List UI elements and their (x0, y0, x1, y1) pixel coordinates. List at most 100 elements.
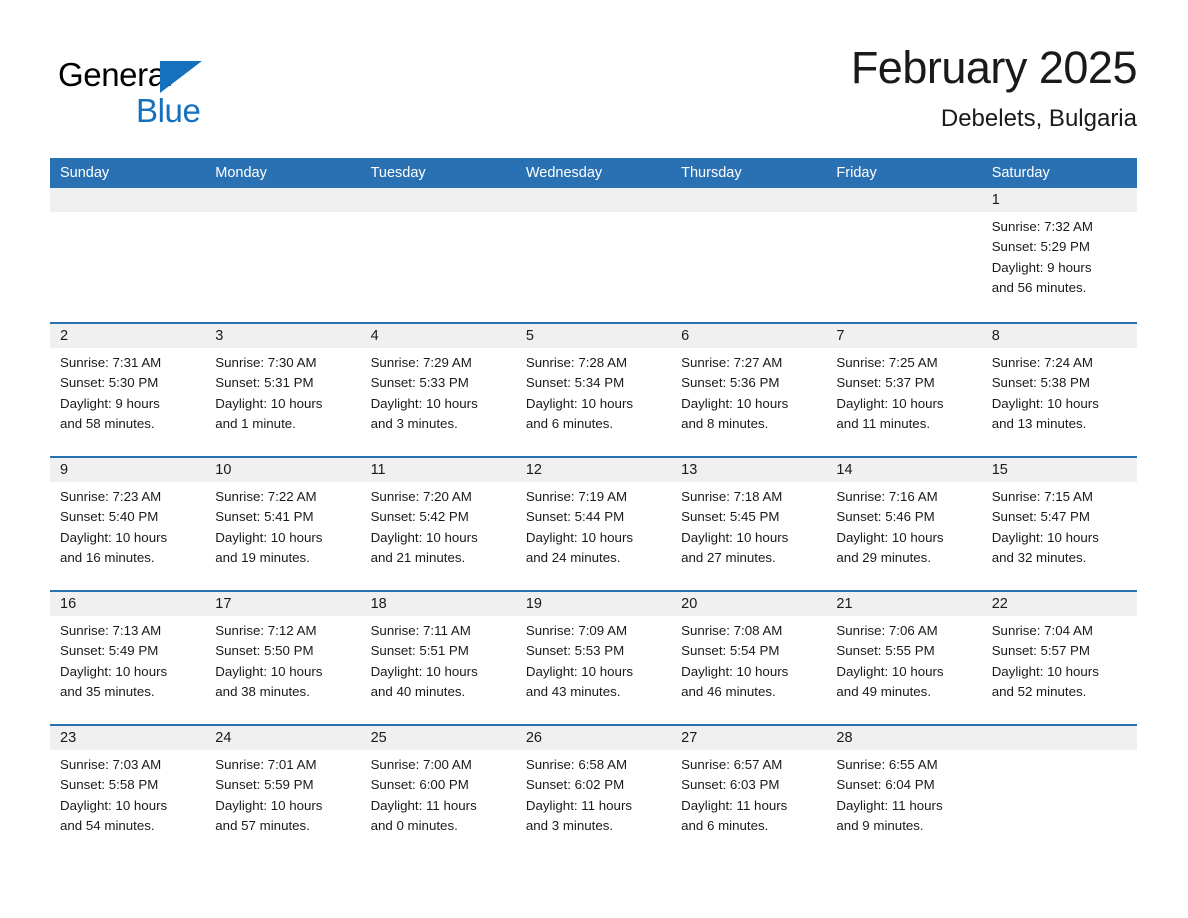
sunset-time: Sunset: 5:34 PM (525, 375, 625, 391)
weekday-header-monday: Monday (215, 165, 267, 181)
daylight-duration-line2: and 8 minutes. (681, 415, 769, 431)
calendar-day-cell[interactable]: 22 Sunrise: 7:04 AM Sunset: 5:57 PM Dayligh… (981, 592, 1137, 724)
daylight-duration-line2: and 11 minutes. (836, 415, 931, 431)
sunrise-time: Sunrise: 7:23 AM (60, 489, 162, 504)
day-number: 22 (981, 592, 1137, 616)
calendar-day-cell[interactable]: 28 Sunrise: 6:55 AM Sunset: 6:04 PM Dayligh… (826, 726, 982, 858)
day-number: 6 (671, 324, 827, 348)
calendar-day-cell[interactable]: 25 Sunrise: 7:00 AM Sunset: 6:00 PM Dayligh… (360, 726, 516, 858)
weekday-header-tuesday: Tuesday (370, 165, 426, 181)
calendar-day-cell[interactable]: 14 Sunrise: 7:16 AM Sunset: 5:46 PM Dayligh… (826, 458, 982, 590)
day-details: Sunrise: 7:32 AM Sunset: 5:29 PM Daylight:… (982, 212, 1137, 298)
calendar-day-cell[interactable]: 19 Sunrise: 7:09 AM Sunset: 5:53 PM Dayligh… (515, 592, 672, 724)
daylight-duration-line2: and 6 minutes. (681, 817, 769, 833)
calendar-day-cell[interactable]: 6 Sunrise: 7:27 AM Sunset: 5:36 PM Daylight… (671, 324, 827, 456)
sunset-time: Sunset: 5:40 PM (60, 509, 159, 525)
day-number: 3 (205, 324, 361, 348)
weekday-header-sunday: Sunday (60, 165, 110, 181)
daylight-duration-line1: Daylight: 10 hours (60, 663, 168, 679)
calendar-weeks: 1 Sunrise: 7:32 AM Sunset: 5:29 PM Daylight… (50, 188, 1137, 858)
calendar-day-cell[interactable]: 10 Sunrise: 7:22 AM Sunset: 5:41 PM Dayligh… (205, 458, 361, 590)
day-details: Sunrise: 7:01 AM Sunset: 5:59 PM Daylight:… (205, 750, 360, 836)
sunrise-time: Sunrise: 7:31 AM (60, 355, 162, 370)
calendar-day-cell[interactable]: 18 Sunrise: 7:11 AM Sunset: 5:51 PM Dayligh… (360, 592, 516, 724)
calendar-day-cell[interactable]: 8 Sunrise: 7:24 AM Sunset: 5:38 PM Daylight… (981, 324, 1137, 456)
daylight-duration-line2: and 46 minutes. (681, 683, 776, 699)
calendar-day-cell[interactable]: 15 Sunrise: 7:15 AM Sunset: 5:47 PM Dayligh… (981, 458, 1137, 590)
day-number (50, 188, 206, 212)
calendar-day-cell[interactable]: 26 Sunrise: 6:58 AM Sunset: 6:02 PM Dayligh… (515, 726, 672, 858)
daylight-duration-line1: Daylight: 10 hours (215, 797, 323, 813)
day-number: 26 (515, 726, 672, 750)
day-number: 17 (205, 592, 361, 616)
sunrise-time: Sunrise: 7:11 AM (370, 623, 471, 638)
day-details: Sunrise: 6:57 AM Sunset: 6:03 PM Daylight:… (671, 750, 826, 836)
sunset-time: Sunset: 5:58 PM (60, 777, 159, 793)
daylight-duration-line2: and 40 minutes. (370, 683, 466, 699)
calendar-day-cell[interactable]: 13 Sunrise: 7:18 AM Sunset: 5:45 PM Dayligh… (671, 458, 827, 590)
calendar-day-cell[interactable]: 5 Sunrise: 7:28 AM Sunset: 5:34 PM Daylight… (515, 324, 672, 456)
sunrise-time: Sunrise: 6:57 AM (681, 757, 783, 772)
page-title: February 2025 (850, 42, 1138, 93)
calendar-day-cell[interactable]: 23 Sunrise: 7:03 AM Sunset: 5:58 PM Dayligh… (50, 726, 206, 858)
calendar-day-cell[interactable]: 3 Sunrise: 7:30 AM Sunset: 5:31 PM Daylight… (205, 324, 361, 456)
sunrise-time: Sunrise: 7:09 AM (525, 623, 628, 638)
daylight-duration-line2: and 43 minutes. (525, 683, 621, 699)
sunrise-time: Sunrise: 6:58 AM (525, 757, 628, 772)
day-number: 18 (360, 592, 516, 616)
sunrise-time: Sunrise: 7:30 AM (215, 355, 317, 370)
sunset-time: Sunset: 5:44 PM (525, 509, 625, 525)
daylight-duration-line2: and 21 minutes. (370, 549, 466, 565)
calendar-day-cell[interactable]: 21 Sunrise: 7:06 AM Sunset: 5:55 PM Dayligh… (826, 592, 982, 724)
day-number: 21 (826, 592, 982, 616)
daylight-duration-line1: Daylight: 9 hours (60, 395, 160, 411)
day-number: 5 (515, 324, 672, 348)
calendar-day-cell-empty (981, 726, 1137, 858)
daylight-duration-line2: and 13 minutes. (991, 415, 1087, 431)
day-number: 14 (826, 458, 982, 482)
daylight-duration-line1: Daylight: 10 hours (991, 529, 1099, 545)
day-number: 2 (50, 324, 206, 348)
daylight-duration-line1: Daylight: 10 hours (215, 529, 323, 545)
calendar-day-cell[interactable]: 16 Sunrise: 7:13 AM Sunset: 5:49 PM Dayligh… (50, 592, 206, 724)
calendar-day-cell[interactable]: 1 Sunrise: 7:32 AM Sunset: 5:29 PM Daylight… (981, 188, 1137, 322)
sunrise-time: Sunrise: 7:03 AM (60, 757, 162, 772)
calendar-day-cell[interactable]: 7 Sunrise: 7:25 AM Sunset: 5:37 PM Daylight… (826, 324, 982, 456)
day-number: 12 (515, 458, 672, 482)
daylight-duration-line1: Daylight: 10 hours (370, 663, 478, 679)
day-number: 11 (360, 458, 516, 482)
weekday-header-friday: Friday (836, 165, 877, 181)
calendar-day-cell[interactable]: 4 Sunrise: 7:29 AM Sunset: 5:33 PM Daylight… (360, 324, 516, 456)
sunrise-time: Sunrise: 7:12 AM (215, 623, 317, 638)
calendar-day-cell[interactable]: 24 Sunrise: 7:01 AM Sunset: 5:59 PM Dayligh… (205, 726, 361, 858)
calendar-day-cell[interactable]: 11 Sunrise: 7:20 AM Sunset: 5:42 PM Dayligh… (360, 458, 516, 590)
calendar-day-cell[interactable]: 9 Sunrise: 7:23 AM Sunset: 5:40 PM Daylight… (50, 458, 206, 590)
sunset-time: Sunset: 5:51 PM (370, 643, 469, 659)
daylight-duration-line2: and 52 minutes. (991, 683, 1087, 699)
calendar-day-cell[interactable]: 17 Sunrise: 7:12 AM Sunset: 5:50 PM Dayligh… (205, 592, 361, 724)
calendar-day-cell[interactable]: 27 Sunrise: 6:57 AM Sunset: 6:03 PM Dayligh… (671, 726, 827, 858)
calendar-day-cell-empty (205, 188, 361, 322)
daylight-duration-line1: Daylight: 10 hours (681, 529, 789, 545)
daylight-duration-line2: and 6 minutes. (525, 415, 614, 431)
weekday-header-thursday: Thursday (681, 165, 742, 181)
daylight-duration-line1: Daylight: 11 hours (370, 797, 477, 813)
daylight-duration-line2: and 27 minutes. (681, 549, 776, 565)
calendar-day-cell[interactable]: 2 Sunrise: 7:31 AM Sunset: 5:30 PM Daylight… (50, 324, 206, 456)
day-number (826, 188, 982, 212)
sunset-time: Sunset: 5:29 PM (991, 239, 1090, 255)
daylight-duration-line2: and 9 minutes. (836, 817, 924, 833)
day-details: Sunrise: 7:31 AM Sunset: 5:30 PM Daylight:… (50, 348, 205, 434)
day-number: 15 (981, 458, 1137, 482)
daylight-duration-line1: Daylight: 10 hours (60, 797, 168, 813)
calendar-day-cell[interactable]: 12 Sunrise: 7:19 AM Sunset: 5:44 PM Dayligh… (515, 458, 672, 590)
day-number (671, 188, 827, 212)
day-details: Sunrise: 7:11 AM Sunset: 5:51 PM Daylight:… (361, 616, 516, 702)
sunset-time: Sunset: 6:00 PM (370, 777, 469, 793)
day-details: Sunrise: 7:16 AM Sunset: 5:46 PM Daylight:… (826, 482, 981, 568)
day-details: Sunrise: 7:06 AM Sunset: 5:55 PM Daylight:… (826, 616, 981, 702)
calendar-week-row: 23 Sunrise: 7:03 AM Sunset: 5:58 PM Dayligh… (50, 724, 1137, 858)
sunset-time: Sunset: 5:38 PM (991, 375, 1090, 391)
calendar-day-cell[interactable]: 20 Sunrise: 7:08 AM Sunset: 5:54 PM Dayligh… (671, 592, 827, 724)
daylight-duration-line2: and 56 minutes. (991, 279, 1087, 295)
